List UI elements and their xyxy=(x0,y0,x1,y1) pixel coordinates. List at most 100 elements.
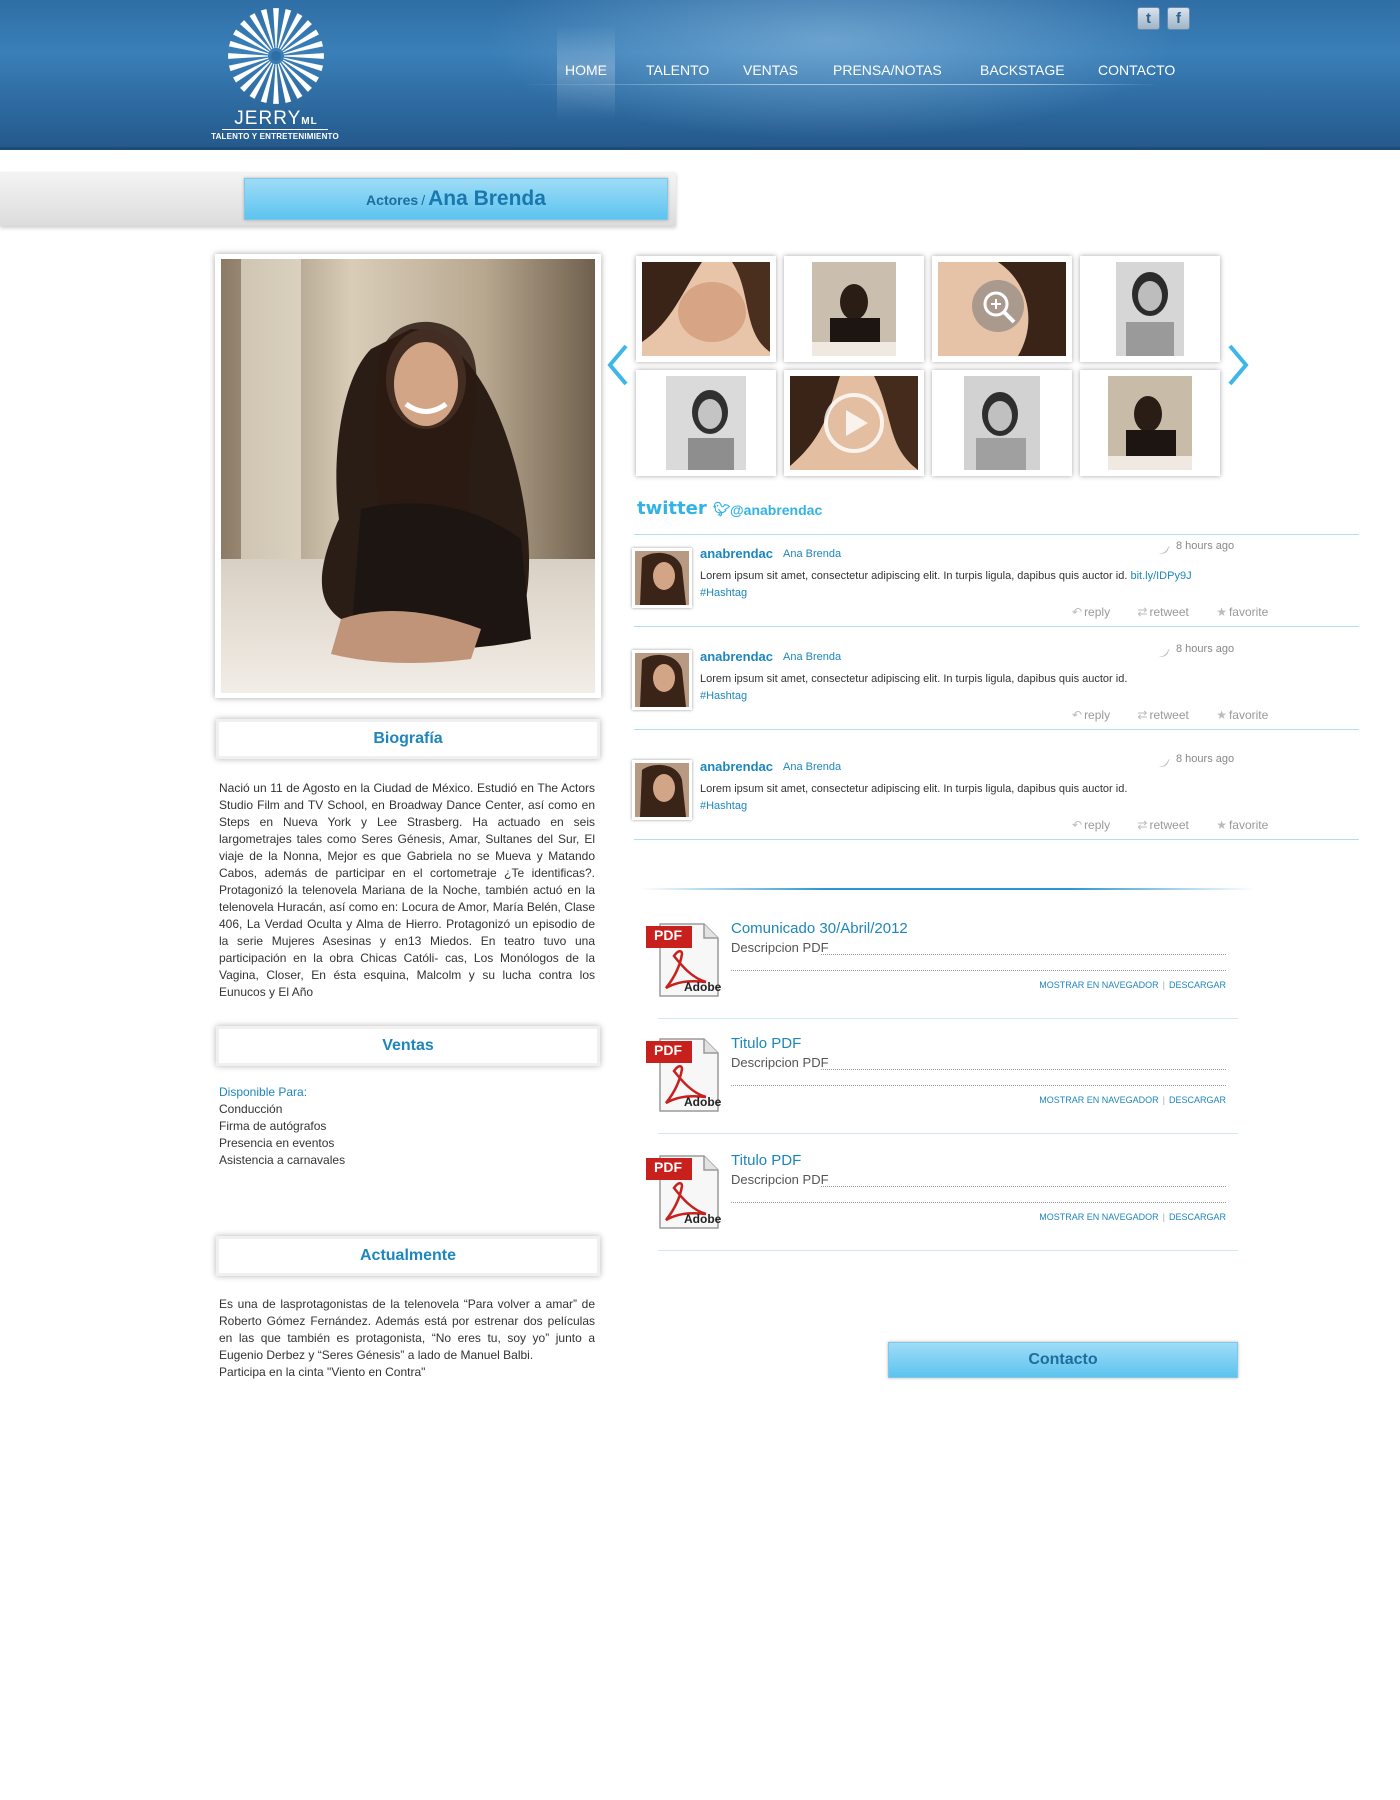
pdf-title[interactable]: Titulo PDF xyxy=(731,1152,801,1169)
pdf-icon-brand: Adobe xyxy=(684,1095,722,1109)
facebook-icon[interactable]: f xyxy=(1167,7,1190,30)
tweet-favorite-label: favorite xyxy=(1228,818,1269,832)
tweet-bird-icon xyxy=(1159,546,1170,554)
pdf-download-link[interactable]: DESCARGAR xyxy=(1169,980,1226,990)
pdf-actions: MOSTRAR EN NAVEGADOR | DESCARGAR xyxy=(1039,1212,1226,1222)
nav-underline xyxy=(520,84,1160,85)
gallery-thumb-video[interactable] xyxy=(784,370,924,476)
gallery-thumb[interactable] xyxy=(784,256,924,362)
tweet-username[interactable]: anabrendac xyxy=(700,546,773,561)
tweet-favorite-label: favorite xyxy=(1228,605,1269,619)
tweet-bird-icon xyxy=(1159,759,1170,767)
tweet-retweet-label: retweet xyxy=(1149,605,1189,619)
tweet-reply-button[interactable]: ↶ reply xyxy=(1072,708,1122,722)
tweet-timestamp[interactable]: 8 hours ago xyxy=(1176,643,1234,655)
ventas-item: Asistencia a carnavales xyxy=(219,1153,346,1167)
tweet-hashtag[interactable]: #Hashtag xyxy=(700,800,747,812)
tweet-retweet-label: retweet xyxy=(1149,708,1189,722)
retweet-icon: ⇄ xyxy=(1137,818,1148,832)
pdf-title[interactable]: Comunicado 30/Abril/2012 xyxy=(731,920,908,937)
gallery-thumb[interactable] xyxy=(1080,370,1220,476)
tweet-favorite-label: favorite xyxy=(1228,708,1269,722)
tweet-retweet-button[interactable]: ⇄ retweet xyxy=(1137,605,1200,619)
twitter-icon[interactable]: t xyxy=(1137,7,1160,30)
pdf-dotted-line xyxy=(821,1069,1226,1070)
tweet-hashtag[interactable]: #Hashtag xyxy=(700,690,747,702)
tweet-display-name[interactable]: Ana Brenda xyxy=(783,761,841,773)
pdf-download-link[interactable]: DESCARGAR xyxy=(1169,1212,1226,1222)
main-photo-frame xyxy=(215,254,601,698)
nav-prensa-notas[interactable]: PRENSA/NOTAS xyxy=(833,62,942,78)
tweet-actions: ↶ reply ⇄ retweet ★ favorite xyxy=(1072,708,1292,722)
tweet-reply-button[interactable]: ↶ reply xyxy=(1072,818,1122,832)
tweet-avatar[interactable] xyxy=(632,760,692,820)
ventas-item: Presencia en eventos xyxy=(219,1136,335,1150)
tweet-favorite-button[interactable]: ★ favorite xyxy=(1216,605,1280,619)
tweet-display-name[interactable]: Ana Brenda xyxy=(783,651,841,663)
pdf-view-link[interactable]: MOSTRAR EN NAVEGADOR xyxy=(1039,1212,1158,1222)
tweet-text: Lorem ipsum sit amet, consectetur adipis… xyxy=(700,671,1220,705)
pdf-view-link[interactable]: MOSTRAR EN NAVEGADOR xyxy=(1039,1095,1158,1105)
star-icon: ★ xyxy=(1216,605,1227,619)
logo-underline xyxy=(222,129,328,130)
tweet-timestamp[interactable]: 8 hours ago xyxy=(1176,540,1234,552)
reply-icon: ↶ xyxy=(1072,605,1083,619)
pdf-link-separator: | xyxy=(1162,1095,1165,1105)
pdf-download-link[interactable]: DESCARGAR xyxy=(1169,1095,1226,1105)
actualmente-heading: Actualmente xyxy=(216,1236,600,1276)
tweet-actions: ↶ reply ⇄ retweet ★ favorite xyxy=(1072,605,1292,619)
pdf-title[interactable]: Titulo PDF xyxy=(731,1035,801,1052)
tweet-hashtag[interactable]: #Hashtag xyxy=(700,587,747,599)
pdf-dotted-line xyxy=(731,1085,1226,1086)
tweet-timestamp[interactable]: 8 hours ago xyxy=(1176,753,1234,765)
tweet-divider xyxy=(634,626,1359,627)
twitter-logo[interactable]: twitter 🐦︎ xyxy=(637,498,731,519)
pdf-link-separator: | xyxy=(1162,980,1165,990)
biografia-heading: Biografía xyxy=(216,719,600,759)
tweet-avatar[interactable] xyxy=(632,650,692,710)
gallery-thumb[interactable] xyxy=(932,370,1072,476)
section-divider xyxy=(640,888,1255,890)
gallery-prev-arrow-icon[interactable] xyxy=(604,340,632,390)
star-icon: ★ xyxy=(1216,708,1227,722)
header-bottom-line xyxy=(0,147,1400,150)
contact-button[interactable]: Contacto xyxy=(888,1342,1238,1378)
pdf-icon-label: PDF xyxy=(654,927,682,943)
tweet-username[interactable]: anabrendac xyxy=(700,649,773,664)
pdf-actions: MOSTRAR EN NAVEGADOR | DESCARGAR xyxy=(1039,1095,1226,1105)
tweet-retweet-label: retweet xyxy=(1149,818,1189,832)
main-photo xyxy=(221,259,595,693)
tweet-retweet-button[interactable]: ⇄ retweet xyxy=(1137,818,1200,832)
twitter-handle-link[interactable]: @anabrendac xyxy=(730,502,822,518)
tweet-link[interactable]: bit.ly/IDPy9J xyxy=(1130,570,1191,582)
tweet-retweet-button[interactable]: ⇄ retweet xyxy=(1137,708,1200,722)
gallery-thumb[interactable] xyxy=(636,256,776,362)
tweet-reply-button[interactable]: ↶ reply xyxy=(1072,605,1122,619)
logo-suffix: ML xyxy=(301,116,318,127)
tweet-text: Lorem ipsum sit amet, consectetur adipis… xyxy=(700,568,1220,602)
tweet-reply-label: reply xyxy=(1084,605,1111,619)
tweet-text: Lorem ipsum sit amet, consectetur adipis… xyxy=(700,781,1220,815)
gallery-thumb[interactable] xyxy=(1080,256,1220,362)
tweet-favorite-button[interactable]: ★ favorite xyxy=(1216,708,1280,722)
nav-ventas[interactable]: VENTAS xyxy=(743,62,798,78)
pdf-view-link[interactable]: MOSTRAR EN NAVEGADOR xyxy=(1039,980,1158,990)
tweet-username[interactable]: anabrendac xyxy=(700,759,773,774)
breadcrumb-section-link[interactable]: Actores xyxy=(366,192,418,208)
tweet-display-name[interactable]: Ana Brenda xyxy=(783,548,841,560)
ventas-item: Conducción xyxy=(219,1102,283,1116)
tweet-bird-icon xyxy=(1159,649,1170,657)
tweet-favorite-button[interactable]: ★ favorite xyxy=(1216,818,1280,832)
nav-contacto[interactable]: CONTACTO xyxy=(1098,62,1175,78)
nav-backstage[interactable]: BACKSTAGE xyxy=(980,62,1065,78)
pdf-divider xyxy=(658,1018,1238,1019)
gallery-thumb-zoom[interactable] xyxy=(932,256,1072,362)
gallery-next-arrow-icon[interactable] xyxy=(1224,340,1252,390)
nav-home[interactable]: HOME xyxy=(565,62,607,78)
tweet-avatar[interactable] xyxy=(632,548,692,608)
tweet-reply-label: reply xyxy=(1084,818,1111,832)
nav-talento[interactable]: TALENTO xyxy=(646,62,709,78)
reply-icon: ↶ xyxy=(1072,708,1083,722)
gallery-thumb[interactable] xyxy=(636,370,776,476)
logo-ray xyxy=(273,8,279,49)
